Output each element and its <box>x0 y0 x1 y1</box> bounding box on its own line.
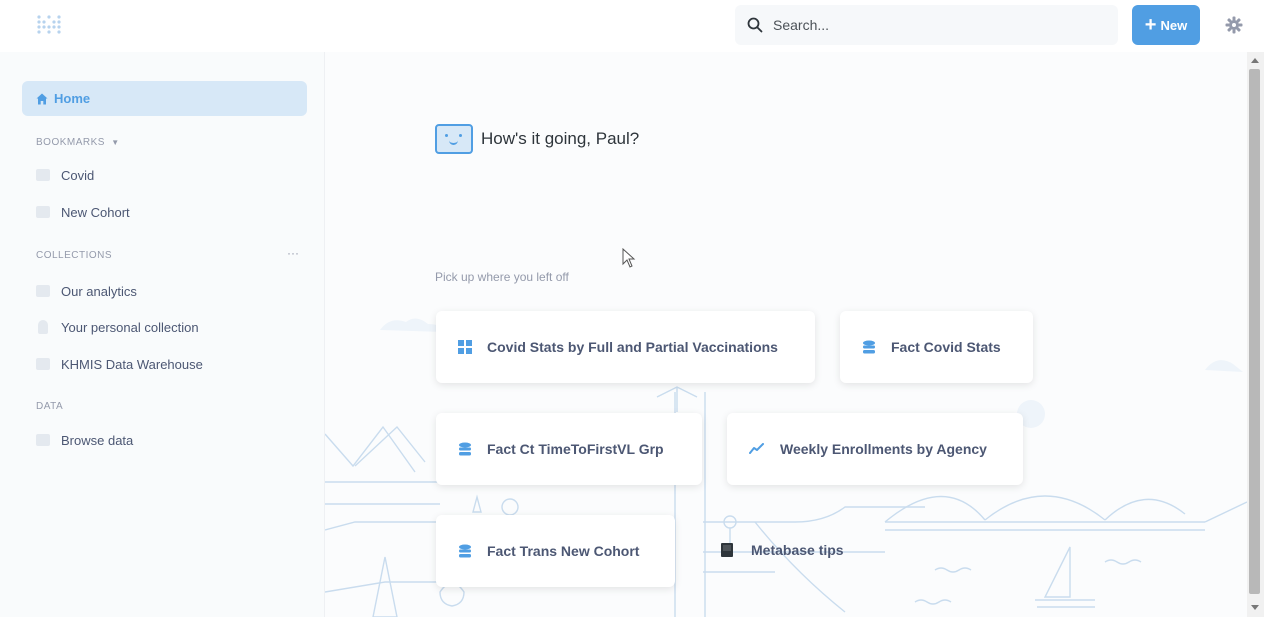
recent-item-covid-stats-vaccinations[interactable]: Covid Stats by Full and Partial Vaccinat… <box>436 311 815 383</box>
recent-item-fact-ct-timetofirstvl[interactable]: Fact Ct TimeToFirstVL Grp <box>436 413 702 485</box>
data-section-title: DATA <box>36 401 64 412</box>
bookmark-item-icon <box>36 169 50 181</box>
metabase-tips-link[interactable]: Metabase tips <box>721 542 844 558</box>
bookmark-item-icon <box>36 206 50 218</box>
tips-label: Metabase tips <box>751 542 844 558</box>
line-chart-icon <box>749 443 764 454</box>
sidebar-item-personal-collection[interactable]: Your personal collection <box>36 317 199 337</box>
sidebar-item-label: Covid <box>61 167 95 183</box>
search-input[interactable] <box>771 16 1075 34</box>
mouse-cursor-icon <box>622 248 636 268</box>
search-bar[interactable] <box>735 5 1118 45</box>
metabase-logo-icon[interactable] <box>36 14 62 36</box>
recent-item-label: Weekly Enrollments by Agency <box>780 441 987 457</box>
table-icon <box>458 340 472 354</box>
recent-item-fact-trans-new-cohort[interactable]: Fact Trans New Cohort <box>436 515 675 587</box>
sidebar-item-home[interactable]: Home <box>22 81 307 116</box>
sidebar-item-our-analytics[interactable]: Our analytics <box>36 281 137 301</box>
sidebar-item-label: Home <box>54 91 91 106</box>
folder-icon <box>36 285 50 297</box>
collections-more-icon[interactable]: ··· <box>287 246 299 260</box>
new-button[interactable]: + New <box>1132 5 1200 45</box>
smiley-icon <box>435 124 473 154</box>
book-icon <box>721 543 733 557</box>
greeting-text: How's it going, Paul? <box>481 129 640 148</box>
greeting: How's it going, Paul? <box>435 124 639 154</box>
recent-item-label: Fact Ct TimeToFirstVL Grp <box>487 441 664 457</box>
home-icon <box>36 93 48 104</box>
database-icon <box>459 442 471 456</box>
scroll-down-icon[interactable] <box>1251 605 1259 610</box>
recent-item-weekly-enrollments[interactable]: Weekly Enrollments by Agency <box>727 413 1023 485</box>
sidebar: Home BOOKMARKS ▼ Covid New Cohort COLLEC… <box>0 52 325 617</box>
person-icon <box>38 320 48 334</box>
search-icon <box>747 17 763 33</box>
sidebar-item-label: KHMIS Data Warehouse <box>61 356 203 372</box>
plus-icon: + <box>1144 14 1157 36</box>
sidebar-item-bookmark-covid[interactable]: Covid <box>36 165 94 185</box>
main-content: How's it going, Paul? Pick up where you … <box>325 52 1247 617</box>
recent-item-label: Covid Stats by Full and Partial Vaccinat… <box>487 339 778 355</box>
scrollbar-thumb[interactable] <box>1249 69 1260 594</box>
sidebar-item-browse-data[interactable]: Browse data <box>36 430 133 450</box>
sidebar-item-khmis-data-warehouse[interactable]: KHMIS Data Warehouse <box>36 354 203 374</box>
sidebar-item-label: Our analytics <box>61 283 137 299</box>
database-icon <box>36 434 50 446</box>
sidebar-item-label: Your personal collection <box>61 319 199 335</box>
pickup-label: Pick up where you left off <box>435 270 569 284</box>
recent-item-fact-covid-stats[interactable]: Fact Covid Stats <box>840 311 1033 383</box>
chevron-down-icon: ▼ <box>111 138 120 147</box>
scrollbar[interactable] <box>1247 52 1264 617</box>
bookmarks-section-title[interactable]: BOOKMARKS ▼ <box>36 137 120 148</box>
sidebar-item-label: Browse data <box>61 432 134 448</box>
sidebar-item-bookmark-new-cohort[interactable]: New Cohort <box>36 202 130 222</box>
database-icon <box>863 340 875 354</box>
recent-item-label: Fact Covid Stats <box>891 339 1001 355</box>
scroll-up-icon[interactable] <box>1251 58 1259 63</box>
sidebar-item-label: New Cohort <box>61 204 130 220</box>
gear-icon[interactable] <box>1224 15 1244 35</box>
collections-section-title: COLLECTIONS <box>36 250 113 261</box>
recent-item-label: Fact Trans New Cohort <box>487 543 640 559</box>
top-bar: + New <box>0 0 1264 52</box>
database-icon <box>459 544 471 558</box>
new-button-label: New <box>1160 17 1188 33</box>
folder-icon <box>36 358 50 370</box>
